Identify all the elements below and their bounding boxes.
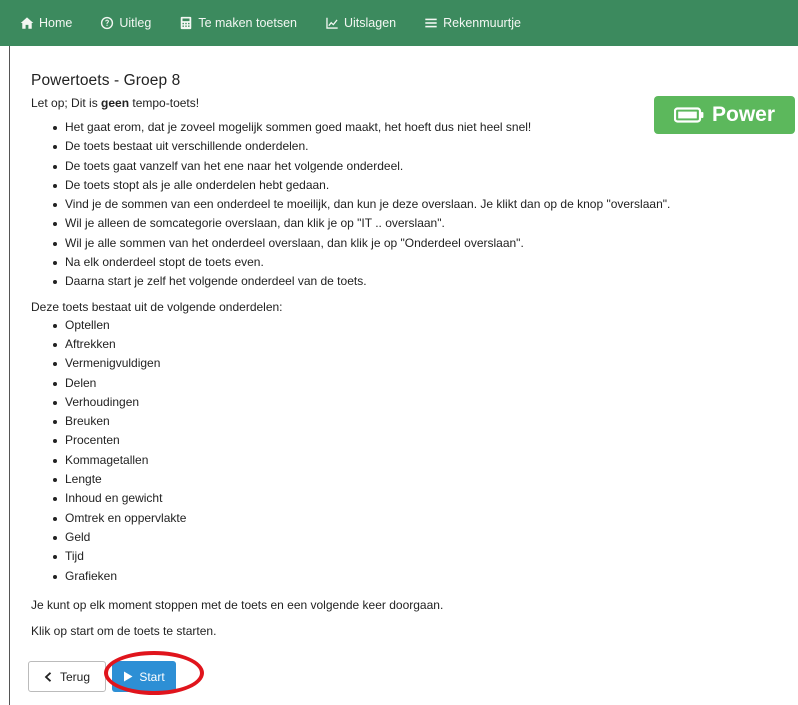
- rule-item: Daarna start je zelf het volgende onderd…: [51, 272, 791, 291]
- part-item: Grafieken: [51, 567, 791, 586]
- part-item: Vermenigvuldigen: [51, 354, 791, 373]
- nav-rekenmuurtje[interactable]: Rekenmuurtje: [424, 16, 521, 30]
- rule-item: Na elk onderdeel stopt de toets even.: [51, 253, 791, 272]
- start-note: Klik op start om de toets te starten.: [31, 623, 217, 638]
- intro-prefix: Let op; Dit is: [31, 96, 102, 110]
- part-item: Procenten: [51, 431, 791, 450]
- button-row: Terug Start: [28, 661, 176, 692]
- nav-home-label: Home: [39, 16, 73, 30]
- intro-text: Let op; Dit is geen tempo-toets!: [31, 96, 791, 110]
- chart-line-icon: [325, 16, 339, 30]
- nav-rekenmuurtje-label: Rekenmuurtje: [443, 16, 521, 30]
- rule-item: Vind je de sommen van een onderdeel te m…: [51, 195, 791, 214]
- bars-icon: [424, 16, 438, 30]
- play-icon: [124, 671, 133, 682]
- rule-item: Het gaat erom, dat je zoveel mogelijk so…: [51, 118, 791, 137]
- part-item: Delen: [51, 374, 791, 393]
- intro-suffix: tempo-toets!: [129, 96, 200, 110]
- stop-note: Je kunt op elk moment stoppen met de toe…: [31, 597, 444, 612]
- nav-te-maken-toetsen-label: Te maken toetsen: [198, 16, 297, 30]
- rule-item: Wil je alle sommen van het onderdeel ove…: [51, 234, 791, 253]
- part-item: Lengte: [51, 470, 791, 489]
- nav-uitleg[interactable]: Uitleg: [100, 16, 151, 30]
- part-item: Aftrekken: [51, 335, 791, 354]
- rules-list: Het gaat erom, dat je zoveel mogelijk so…: [51, 118, 791, 292]
- part-item: Geld: [51, 528, 791, 547]
- back-button[interactable]: Terug: [28, 661, 106, 692]
- page-title: Powertoets - Groep 8: [31, 72, 181, 89]
- rule-item: De toets gaat vanzelf van het ene naar h…: [51, 157, 791, 176]
- page-frame: Home Uitleg Te maken toetsen Uitslagen R…: [0, 0, 798, 705]
- back-button-label: Terug: [59, 669, 91, 684]
- part-item: Verhoudingen: [51, 393, 791, 412]
- rule-item: Wil je alleen de somcategorie overslaan,…: [51, 214, 791, 233]
- part-item: Kommagetallen: [51, 451, 791, 470]
- nav-uitslagen-label: Uitslagen: [343, 16, 397, 30]
- main-content: Powertoets - Groep 8 Let op; Dit is geen…: [31, 72, 791, 638]
- intro-bold: geen: [101, 96, 130, 110]
- calculator-icon: [179, 16, 193, 30]
- start-button-label: Start: [139, 669, 165, 684]
- part-item: Inhoud en gewicht: [51, 489, 791, 508]
- nav-uitslagen[interactable]: Uitslagen: [325, 16, 396, 30]
- parts-list: Optellen Aftrekken Vermenigvuldigen Dele…: [51, 316, 791, 586]
- part-item: Tijd: [51, 547, 791, 566]
- home-icon: [20, 16, 34, 30]
- part-item: Optellen: [51, 316, 791, 335]
- nav-uitleg-label: Uitleg: [119, 16, 152, 30]
- content-left-border: [9, 46, 10, 705]
- rule-item: De toets bestaat uit verschillende onder…: [51, 137, 791, 156]
- start-button[interactable]: Start: [112, 661, 176, 692]
- parts-label: Deze toets bestaat uit de volgende onder…: [31, 299, 283, 314]
- part-item: Omtrek en oppervlakte: [51, 509, 791, 528]
- nav-home[interactable]: Home: [20, 16, 72, 30]
- top-navbar: Home Uitleg Te maken toetsen Uitslagen R…: [0, 0, 798, 46]
- rule-item: De toets stopt als je alle onderdelen he…: [51, 176, 791, 195]
- chevron-left-icon: [44, 671, 52, 682]
- part-item: Breuken: [51, 412, 791, 431]
- question-circle-icon: [100, 16, 114, 30]
- nav-te-maken-toetsen[interactable]: Te maken toetsen: [179, 16, 297, 30]
